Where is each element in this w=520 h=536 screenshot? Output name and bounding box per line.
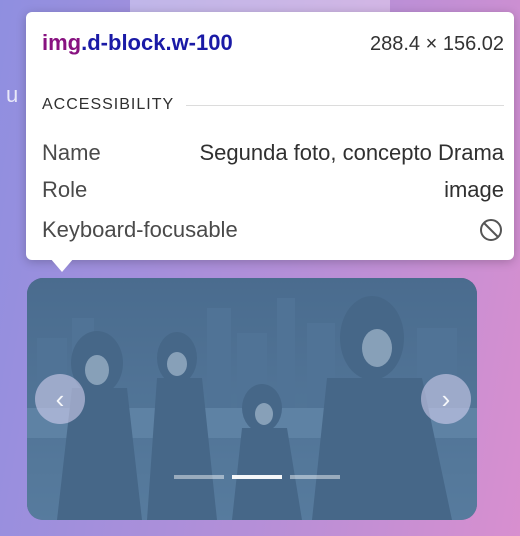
background-text: u xyxy=(6,82,19,107)
carousel-image[interactable]: ‹ › xyxy=(27,278,477,520)
tooltip-header: img.d-block.w-100 288.4 × 156.02 xyxy=(42,30,504,56)
section-divider xyxy=(186,104,504,106)
not-allowed-icon xyxy=(480,219,502,241)
row-label: Name xyxy=(42,140,101,165)
carousel-indicator-active[interactable] xyxy=(232,475,282,479)
accessibility-row-role: Role image xyxy=(42,177,504,203)
element-size: 288.4 × 156.02 xyxy=(369,33,504,55)
carousel-indicator[interactable] xyxy=(174,475,224,479)
chevron-right-icon: › xyxy=(441,384,451,414)
selector-tag: img xyxy=(42,30,82,55)
carousel-next-button[interactable]: › xyxy=(421,374,471,424)
row-value: Segunda foto, concepto Drama xyxy=(199,140,504,165)
inspect-tooltip: img.d-block.w-100 288.4 × 156.02 ACCESSI… xyxy=(26,12,514,260)
accessibility-section-title: ACCESSIBILITY xyxy=(42,96,504,114)
accessibility-row-keyboard-focusable: Keyboard-focusable xyxy=(42,217,504,243)
tooltip-arrow xyxy=(50,258,74,272)
element-selector: img.d-block.w-100 xyxy=(42,30,233,56)
row-label: Role xyxy=(42,177,88,202)
carousel-indicators xyxy=(174,475,340,479)
element-highlight-overlay xyxy=(27,278,477,520)
chevron-left-icon: ‹ xyxy=(55,384,65,414)
carousel-indicator[interactable] xyxy=(290,475,340,479)
accessibility-row-name: Name Segunda foto, concepto Drama xyxy=(42,140,504,166)
row-value: image xyxy=(444,177,504,202)
selector-classes: .d-block.w-100 xyxy=(81,30,233,55)
row-label: Keyboard-focusable xyxy=(42,217,238,242)
carousel-prev-button[interactable]: ‹ xyxy=(35,374,85,424)
background-blur xyxy=(130,0,390,12)
